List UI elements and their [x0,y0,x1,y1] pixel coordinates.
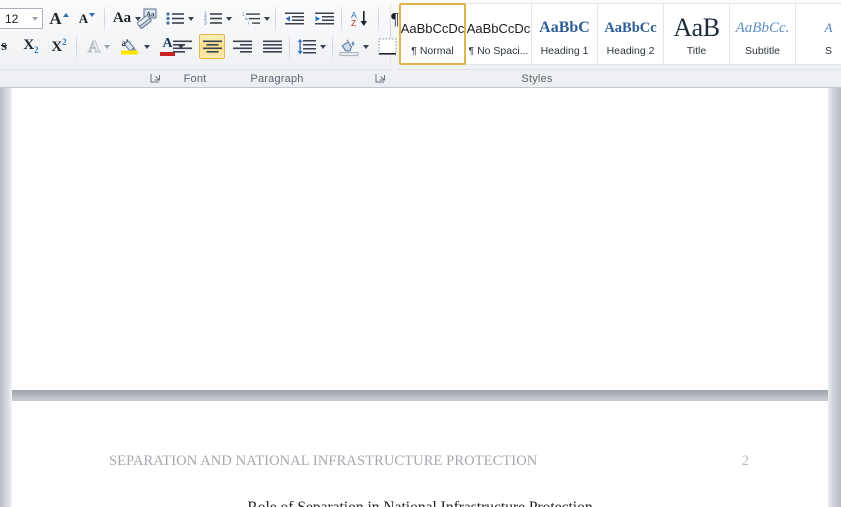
style-preview: AaBbCcDc [466,20,531,36]
change-case-label: Aa [112,10,132,26]
document-canvas[interactable]: SEPARATION AND NATIONAL INFRASTRUCTURE P… [0,88,841,507]
chevron-down-icon [144,44,150,49]
style-name: Heading 2 [606,45,655,57]
style-name: ¶ Normal [411,45,454,57]
group-label-paragraph: Paragraph [250,73,304,85]
grow-font-label: A [49,9,62,28]
divider [76,35,77,59]
canvas-right-margin-shade [828,88,841,507]
subscript-button[interactable]: X2 [18,34,44,59]
style-item-subtitle[interactable]: AaBbCc. Subtitle [729,3,796,65]
superscript-button[interactable]: X2 [46,34,72,59]
ribbon: 12 A A Aa Aa s X2 X2 A A Font 1 2 3 1 a … [0,0,841,88]
style-name: Heading 1 [540,45,589,57]
style-item-subtle-emphasis[interactable]: A S [795,3,841,65]
font-size-combo[interactable]: 12 [0,8,43,29]
document-page-number: 2 [741,453,749,469]
group-label-styles: Styles [521,73,553,85]
chevron-down-icon[interactable] [27,16,42,21]
chevron-down-icon [104,44,111,49]
strikethrough-label: s [1,38,7,54]
grow-font-button[interactable]: A [46,6,72,31]
text-effects-label: A [87,37,101,56]
style-name: ¶ No Spaci... [468,45,529,57]
style-item-heading-1[interactable]: AaBbC Heading 1 [531,3,598,65]
shrink-font-label: A [78,11,89,26]
document-page-1[interactable] [12,88,828,390]
text-effects-button[interactable]: A [82,34,116,59]
clear-formatting-icon: Aa [137,8,157,29]
style-preview: AaBbCc. [735,19,790,36]
style-name: Title [686,45,707,57]
styles-gallery[interactable]: AaBbCcDc ¶ Normal AaBbCcDc ¶ No Spaci...… [399,3,841,65]
clear-formatting-button[interactable]: Aa [133,4,161,32]
highlighter-icon: ab [121,38,138,54]
document-header-text: SEPARATION AND NATIONAL INFRASTRUCTURE P… [109,453,538,469]
style-preview: AaBbC [539,19,590,36]
style-preview: AaBbCcDc [401,20,464,36]
font-size-value: 12 [5,11,19,26]
strikethrough-button[interactable]: s [0,34,16,59]
style-item-heading-2[interactable]: AaBbCc Heading 2 [597,3,664,65]
document-title: Role of Separation in National Infrastru… [12,499,828,507]
paragraph-dialog-launcher[interactable] [375,73,386,84]
subscript-icon: X2 [23,37,39,55]
superscript-icon: X2 [51,37,67,55]
text-highlight-button[interactable]: ab [118,33,152,60]
document-header: SEPARATION AND NATIONAL INFRASTRUCTURE P… [109,453,749,470]
document-page-2[interactable]: SEPARATION AND NATIONAL INFRASTRUCTURE P… [12,401,828,507]
font-dialog-launcher[interactable] [150,73,161,84]
style-preview: AaBbCc [604,19,657,36]
style-name: S [824,45,832,57]
triangle-up-icon [62,13,69,17]
divider [104,7,105,31]
style-name: Subtitle [744,45,781,57]
shrink-font-button[interactable]: A [74,6,100,31]
canvas-left-margin-shade [0,88,12,507]
style-preview: AaB [673,13,720,42]
ribbon-group-paragraph-footer: Paragraph [163,0,391,87]
style-item-no-spacing[interactable]: AaBbCcDc ¶ No Spaci... [465,3,532,65]
style-item-title[interactable]: AaB Title [663,3,730,65]
style-preview: A [824,20,833,35]
triangle-down-icon [89,13,96,17]
style-item-normal[interactable]: AaBbCcDc ¶ Normal [399,3,466,65]
